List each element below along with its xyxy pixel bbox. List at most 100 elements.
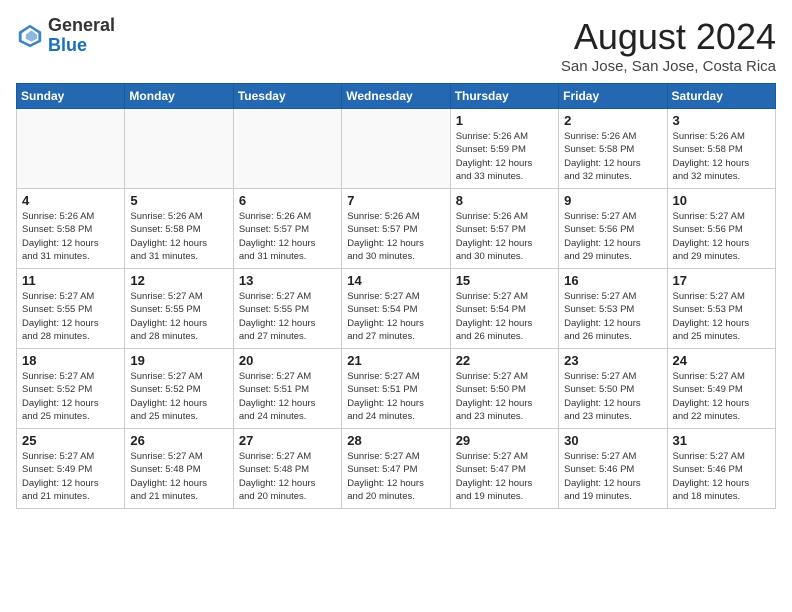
day-number: 30 — [564, 433, 661, 448]
day-info: Sunrise: 5:27 AM Sunset: 5:55 PM Dayligh… — [239, 290, 336, 343]
week-row-1: 1 Sunrise: 5:26 AM Sunset: 5:59 PM Daylig… — [17, 109, 776, 189]
day-header-friday: Friday — [559, 84, 667, 109]
calendar-cell: 29Sunrise: 5:27 AM Sunset: 5:47 PM Dayli… — [450, 429, 558, 509]
day-number: 26 — [130, 433, 227, 448]
week-row-2: 4 Sunrise: 5:26 AM Sunset: 5:58 PM Daylig… — [17, 189, 776, 269]
day-header-tuesday: Tuesday — [233, 84, 341, 109]
day-info: Sunrise: 5:27 AM Sunset: 5:50 PM Dayligh… — [564, 370, 661, 423]
calendar-cell: 31 Sunrise: 5:27 AM Sunset: 5:46 PM Dayli… — [667, 429, 775, 509]
day-header-thursday: Thursday — [450, 84, 558, 109]
day-number: 6 — [239, 193, 336, 208]
day-info: Sunrise: 5:27 AM Sunset: 5:49 PM Dayligh… — [673, 370, 770, 423]
day-info: Sunrise: 5:27 AM Sunset: 5:52 PM Dayligh… — [130, 370, 227, 423]
day-info: Sunrise: 5:26 AM Sunset: 5:58 PM Dayligh… — [564, 130, 661, 183]
day-number: 14 — [347, 273, 444, 288]
day-info: Sunrise: 5:27 AM Sunset: 5:55 PM Dayligh… — [22, 290, 119, 343]
calendar-cell: 25 Sunrise: 5:27 AM Sunset: 5:49 PM Dayli… — [17, 429, 125, 509]
week-row-3: 11 Sunrise: 5:27 AM Sunset: 5:55 PM Dayli… — [17, 269, 776, 349]
logo: General Blue — [16, 16, 115, 56]
day-number: 2 — [564, 113, 661, 128]
day-info: Sunrise: 5:27 AM Sunset: 5:51 PM Dayligh… — [347, 370, 444, 423]
calendar-cell: 9Sunrise: 5:27 AM Sunset: 5:56 PM Daylig… — [559, 189, 667, 269]
day-header-sunday: Sunday — [17, 84, 125, 109]
day-info: Sunrise: 5:27 AM Sunset: 5:49 PM Dayligh… — [22, 450, 119, 503]
day-number: 3 — [673, 113, 770, 128]
calendar-cell: 22 Sunrise: 5:27 AM Sunset: 5:50 PM Dayli… — [450, 349, 558, 429]
calendar-cell: 20Sunrise: 5:27 AM Sunset: 5:51 PM Dayli… — [233, 349, 341, 429]
calendar-cell: 24Sunrise: 5:27 AM Sunset: 5:49 PM Dayli… — [667, 349, 775, 429]
calendar-cell: 21 Sunrise: 5:27 AM Sunset: 5:51 PM Dayli… — [342, 349, 450, 429]
day-number: 20 — [239, 353, 336, 368]
calendar-cell: 23 Sunrise: 5:27 AM Sunset: 5:50 PM Dayli… — [559, 349, 667, 429]
calendar-cell: 8Sunrise: 5:26 AM Sunset: 5:57 PM Daylig… — [450, 189, 558, 269]
calendar-cell — [125, 109, 233, 189]
week-row-5: 25 Sunrise: 5:27 AM Sunset: 5:49 PM Dayli… — [17, 429, 776, 509]
calendar-cell: 10Sunrise: 5:27 AM Sunset: 5:56 PM Dayli… — [667, 189, 775, 269]
day-info: Sunrise: 5:27 AM Sunset: 5:47 PM Dayligh… — [347, 450, 444, 503]
day-info: Sunrise: 5:27 AM Sunset: 5:46 PM Dayligh… — [564, 450, 661, 503]
calendar-cell: 28Sunrise: 5:27 AM Sunset: 5:47 PM Dayli… — [342, 429, 450, 509]
calendar-cell: 15 Sunrise: 5:27 AM Sunset: 5:54 PM Dayli… — [450, 269, 558, 349]
header: General Blue August 2024 San Jose, San J… — [16, 16, 776, 75]
calendar-cell: 4 Sunrise: 5:26 AM Sunset: 5:58 PM Daylig… — [17, 189, 125, 269]
day-number: 15 — [456, 273, 553, 288]
day-info: Sunrise: 5:27 AM Sunset: 5:53 PM Dayligh… — [673, 290, 770, 343]
day-info: Sunrise: 5:26 AM Sunset: 5:57 PM Dayligh… — [347, 210, 444, 263]
day-number: 4 — [22, 193, 119, 208]
day-number: 11 — [22, 273, 119, 288]
day-info: Sunrise: 5:27 AM Sunset: 5:50 PM Dayligh… — [456, 370, 553, 423]
calendar-header-row: SundayMondayTuesdayWednesdayThursdayFrid… — [17, 84, 776, 109]
day-info: Sunrise: 5:27 AM Sunset: 5:46 PM Dayligh… — [673, 450, 770, 503]
calendar-cell: 18Sunrise: 5:27 AM Sunset: 5:52 PM Dayli… — [17, 349, 125, 429]
day-number: 25 — [22, 433, 119, 448]
day-info: Sunrise: 5:26 AM Sunset: 5:58 PM Dayligh… — [22, 210, 119, 263]
calendar-subtitle: San Jose, San Jose, Costa Rica — [561, 58, 776, 75]
week-row-4: 18Sunrise: 5:27 AM Sunset: 5:52 PM Dayli… — [17, 349, 776, 429]
calendar-cell: 2 Sunrise: 5:26 AM Sunset: 5:58 PM Daylig… — [559, 109, 667, 189]
day-info: Sunrise: 5:27 AM Sunset: 5:48 PM Dayligh… — [239, 450, 336, 503]
calendar-cell: 5 Sunrise: 5:26 AM Sunset: 5:58 PM Daylig… — [125, 189, 233, 269]
day-number: 17 — [673, 273, 770, 288]
calendar-cell: 3Sunrise: 5:26 AM Sunset: 5:58 PM Daylig… — [667, 109, 775, 189]
calendar-cell: 11 Sunrise: 5:27 AM Sunset: 5:55 PM Dayli… — [17, 269, 125, 349]
calendar-cell: 27Sunrise: 5:27 AM Sunset: 5:48 PM Dayli… — [233, 429, 341, 509]
day-number: 8 — [456, 193, 553, 208]
day-number: 16 — [564, 273, 661, 288]
calendar-cell: 1 Sunrise: 5:26 AM Sunset: 5:59 PM Daylig… — [450, 109, 558, 189]
day-number: 22 — [456, 353, 553, 368]
day-number: 31 — [673, 433, 770, 448]
calendar-cell — [17, 109, 125, 189]
calendar-cell — [342, 109, 450, 189]
day-info: Sunrise: 5:27 AM Sunset: 5:56 PM Dayligh… — [673, 210, 770, 263]
calendar-title: August 2024 — [561, 16, 776, 58]
day-info: Sunrise: 5:27 AM Sunset: 5:54 PM Dayligh… — [347, 290, 444, 343]
calendar-cell: 12Sunrise: 5:27 AM Sunset: 5:55 PM Dayli… — [125, 269, 233, 349]
calendar-table: SundayMondayTuesdayWednesdayThursdayFrid… — [16, 83, 776, 509]
day-number: 5 — [130, 193, 227, 208]
day-number: 9 — [564, 193, 661, 208]
day-number: 1 — [456, 113, 553, 128]
day-info: Sunrise: 5:27 AM Sunset: 5:55 PM Dayligh… — [130, 290, 227, 343]
day-info: Sunrise: 5:27 AM Sunset: 5:54 PM Dayligh… — [456, 290, 553, 343]
title-block: August 2024 San Jose, San Jose, Costa Ri… — [561, 16, 776, 75]
day-number: 21 — [347, 353, 444, 368]
calendar-cell: 30 Sunrise: 5:27 AM Sunset: 5:46 PM Dayli… — [559, 429, 667, 509]
day-info: Sunrise: 5:27 AM Sunset: 5:53 PM Dayligh… — [564, 290, 661, 343]
day-header-wednesday: Wednesday — [342, 84, 450, 109]
day-number: 29 — [456, 433, 553, 448]
day-header-saturday: Saturday — [667, 84, 775, 109]
day-info: Sunrise: 5:26 AM Sunset: 5:59 PM Dayligh… — [456, 130, 553, 183]
day-info: Sunrise: 5:26 AM Sunset: 5:58 PM Dayligh… — [130, 210, 227, 263]
logo-blue-text: Blue — [48, 36, 115, 56]
logo-general-text: General — [48, 16, 115, 36]
calendar-cell: 16 Sunrise: 5:27 AM Sunset: 5:53 PM Dayli… — [559, 269, 667, 349]
day-number: 13 — [239, 273, 336, 288]
calendar-cell: 19Sunrise: 5:27 AM Sunset: 5:52 PM Dayli… — [125, 349, 233, 429]
calendar-cell: 13 Sunrise: 5:27 AM Sunset: 5:55 PM Dayli… — [233, 269, 341, 349]
day-info: Sunrise: 5:27 AM Sunset: 5:48 PM Dayligh… — [130, 450, 227, 503]
logo-icon — [16, 22, 44, 50]
day-number: 23 — [564, 353, 661, 368]
calendar-cell — [233, 109, 341, 189]
calendar-cell: 7Sunrise: 5:26 AM Sunset: 5:57 PM Daylig… — [342, 189, 450, 269]
day-header-monday: Monday — [125, 84, 233, 109]
